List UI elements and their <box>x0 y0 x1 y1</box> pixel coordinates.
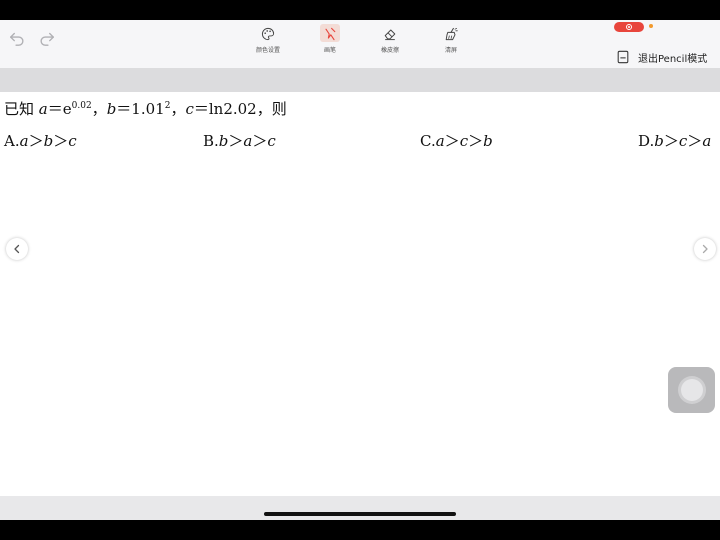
broom-icon <box>445 27 458 41</box>
option-b: B.b＞a＞c <box>203 132 276 150</box>
tool-clear-label: 清屏 <box>444 47 457 54</box>
assistive-touch-button[interactable] <box>668 367 715 413</box>
status-bar <box>0 0 720 20</box>
var-b: b <box>106 100 117 118</box>
question-prefix: 已知 <box>4 100 39 118</box>
chevron-left-icon <box>14 244 20 254</box>
exit-pencil-button[interactable]: 退出Pencil模式 <box>616 49 707 65</box>
separator: ， <box>91 100 107 118</box>
question-stem: 已知 a＝e0.02，b＝1.012，c＝ln2.02，则 <box>4 98 287 119</box>
next-page-button[interactable] <box>694 238 716 260</box>
option-c: C.a＞c＞b <box>420 132 493 150</box>
record-icon <box>626 24 632 30</box>
page-separator <box>0 68 720 92</box>
tool-pen[interactable]: 画笔 <box>310 24 350 58</box>
redo-icon[interactable] <box>38 29 56 47</box>
bottom-bezel <box>0 520 720 540</box>
separator: ， <box>170 100 186 118</box>
document-icon <box>617 50 629 64</box>
chevron-right-icon <box>702 244 708 254</box>
tool-palette-label: 颜色设置 <box>255 47 280 54</box>
var-c: c <box>185 100 194 118</box>
c-equation: ＝ln2.02，则 <box>193 100 287 118</box>
tool-pen-label: 画笔 <box>323 47 336 54</box>
a-exponent: 0.02 <box>71 101 92 111</box>
pencil-toolbar: 颜色设置 画笔 橡皮擦 清屏 退出Pencil模式 <box>0 20 720 68</box>
tool-eraser[interactable]: 橡皮擦 <box>370 24 410 58</box>
assistive-touch-icon <box>680 379 703 401</box>
var-a: a <box>38 100 48 118</box>
a-equation: ＝e <box>47 100 72 118</box>
undo-icon[interactable] <box>8 29 26 47</box>
option-d: D.b＞c＞a <box>638 132 712 150</box>
screen-recording-indicator[interactable] <box>614 22 644 32</box>
b-equation: ＝1.01 <box>116 100 165 118</box>
mic-indicator-dot <box>649 24 653 28</box>
tool-clear[interactable]: 清屏 <box>431 24 471 58</box>
exit-pencil-label: 退出Pencil模式 <box>638 53 708 65</box>
page-separator-bottom <box>0 496 720 520</box>
tool-eraser-label: 橡皮擦 <box>380 47 399 54</box>
eraser-icon <box>384 29 396 41</box>
tool-palette[interactable]: 颜色设置 <box>248 24 288 58</box>
option-a: A.a＞b＞c <box>4 132 77 150</box>
home-indicator[interactable] <box>264 512 456 516</box>
pen-icon <box>325 27 336 41</box>
previous-page-button[interactable] <box>6 238 28 260</box>
document-page[interactable]: 已知 a＝e0.02，b＝1.012，c＝ln2.02，则 A.a＞b＞c B.… <box>0 92 720 496</box>
palette-icon <box>262 27 275 41</box>
